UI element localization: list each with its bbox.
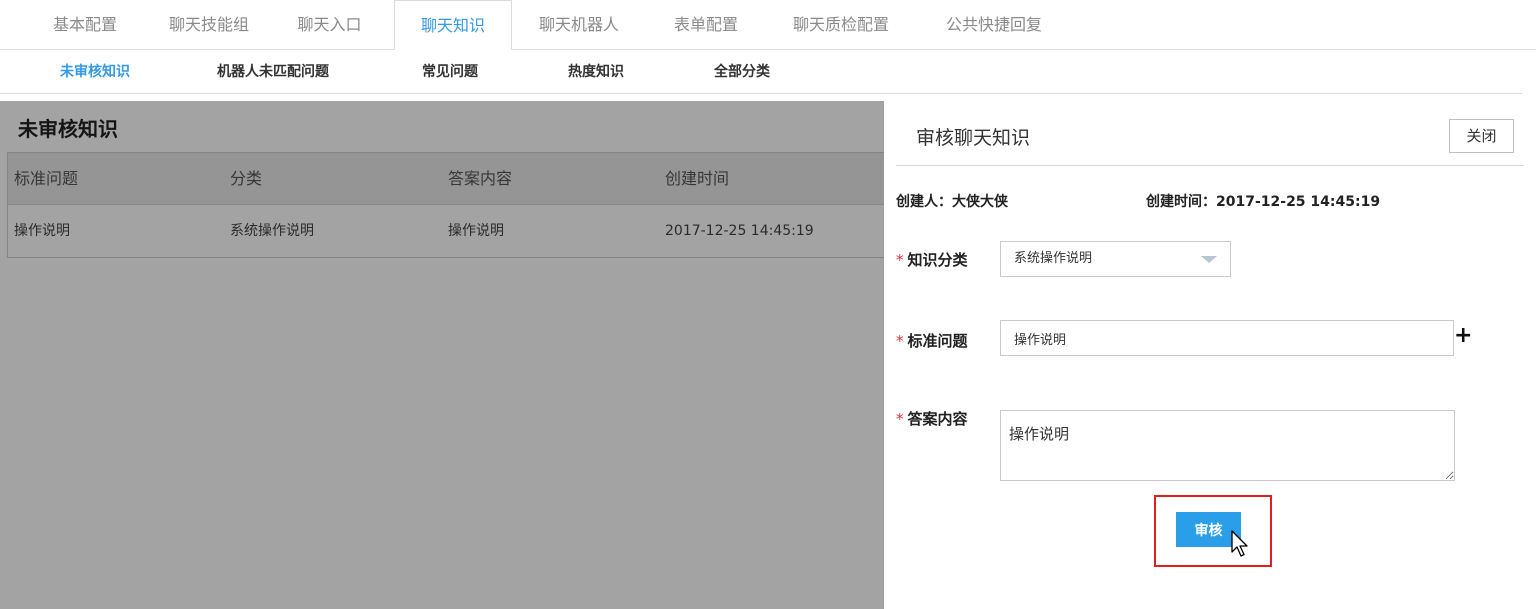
subtab-hot-knowledge[interactable]: 热度知识 bbox=[552, 50, 640, 94]
answer-field-label: * 答案内容 bbox=[896, 408, 968, 429]
divider bbox=[896, 165, 1524, 166]
created-time-value: 2017-12-25 14:45:19 bbox=[1216, 194, 1381, 210]
sub-tab-bar: 未审核知识 机器人未匹配问题 常见问题 热度知识 全部分类 bbox=[0, 50, 1522, 94]
drawer-title: 审核聊天知识 bbox=[916, 127, 1031, 149]
category-select-value: 系统操作说明 bbox=[1014, 251, 1093, 266]
required-mark: * bbox=[896, 410, 904, 428]
tab-form-config[interactable]: 表单配置 bbox=[652, 0, 760, 50]
answer-textarea[interactable]: 操作说明 bbox=[1000, 410, 1455, 481]
modal-overlay[interactable] bbox=[0, 101, 884, 609]
top-tab-bar: 基本配置 聊天技能组 聊天入口 聊天知识 聊天机器人 表单配置 聊天质检配置 公… bbox=[0, 0, 1536, 51]
review-drawer: 审核聊天知识 关闭 创建人：大侠大侠 创建时间：2017-12-25 14:45… bbox=[884, 101, 1536, 609]
creator-label: 创建人： bbox=[896, 194, 952, 210]
question-field-label: * 标准问题 bbox=[896, 330, 968, 351]
created-time-info: 创建时间：2017-12-25 14:45:19 bbox=[1146, 191, 1380, 211]
plus-icon[interactable]: + bbox=[1454, 323, 1472, 349]
mouse-pointer-icon bbox=[1231, 530, 1248, 557]
close-button[interactable]: 关闭 bbox=[1449, 119, 1514, 153]
creator-value: 大侠大侠 bbox=[952, 194, 1008, 210]
subtab-all-categories[interactable]: 全部分类 bbox=[698, 50, 786, 94]
question-label: 标准问题 bbox=[907, 332, 968, 350]
tab-chat-robot[interactable]: 聊天机器人 bbox=[520, 0, 638, 50]
created-time-label: 创建时间： bbox=[1146, 194, 1216, 210]
question-input[interactable] bbox=[1000, 320, 1454, 356]
chevron-down-icon bbox=[1201, 256, 1217, 263]
tab-chat-skill-group[interactable]: 聊天技能组 bbox=[150, 0, 268, 50]
subtab-faq[interactable]: 常见问题 bbox=[406, 50, 494, 94]
tab-public-quick-reply[interactable]: 公共快捷回复 bbox=[924, 0, 1064, 50]
tab-basic-config[interactable]: 基本配置 bbox=[30, 0, 140, 50]
tab-chat-entry[interactable]: 聊天入口 bbox=[272, 0, 387, 50]
required-mark: * bbox=[896, 332, 904, 350]
tab-chat-qc-config[interactable]: 聊天质检配置 bbox=[770, 0, 912, 50]
required-mark: * bbox=[896, 251, 904, 269]
category-label: 知识分类 bbox=[907, 251, 968, 269]
answer-label: 答案内容 bbox=[907, 410, 968, 428]
tab-chat-knowledge[interactable]: 聊天知识 bbox=[394, 0, 512, 51]
creator-info: 创建人：大侠大侠 bbox=[896, 191, 1008, 211]
subtab-robot-unmatched[interactable]: 机器人未匹配问题 bbox=[196, 50, 350, 94]
category-select[interactable]: 系统操作说明 bbox=[1000, 241, 1231, 277]
subtab-unreviewed-knowledge[interactable]: 未审核知识 bbox=[40, 50, 150, 94]
category-field-label: * 知识分类 bbox=[896, 249, 968, 270]
